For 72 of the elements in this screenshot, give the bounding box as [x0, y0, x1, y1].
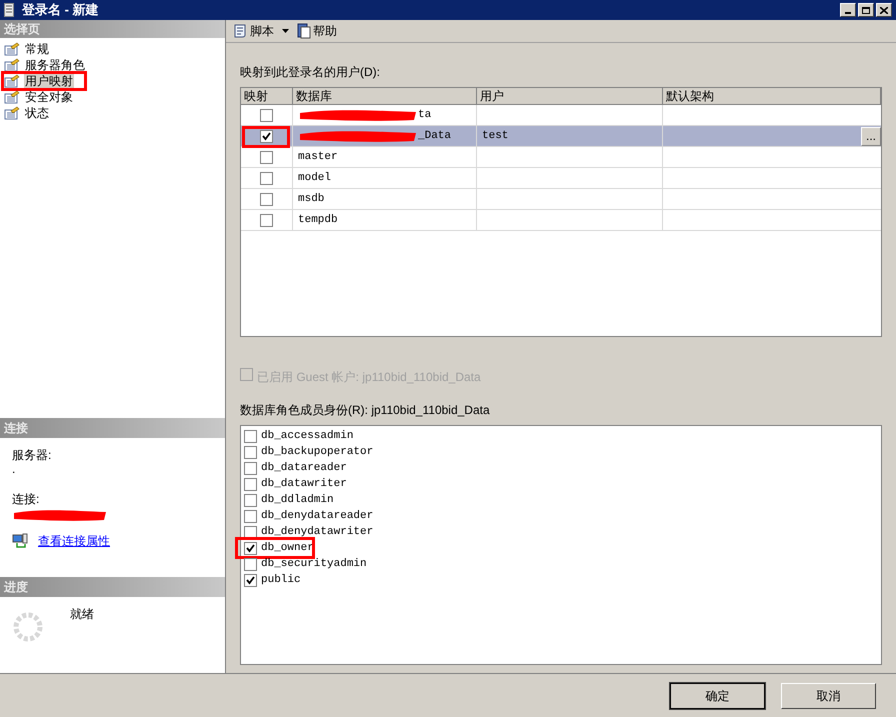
- document-icon: [4, 3, 14, 17]
- page-list-item[interactable]: 常规: [24, 40, 50, 58]
- checkbox[interactable]: [244, 542, 257, 554]
- section-header: 连接: [0, 418, 225, 438]
- connection-label: 连接:: [12, 491, 40, 508]
- minimize-button[interactable]: [840, 3, 856, 17]
- section-label: 数据库角色成员身份(R): jp110bid_110bid_Data: [240, 402, 491, 419]
- table-cell-text: model: [298, 170, 332, 186]
- role-name: public: [261, 572, 301, 588]
- caret-icon: [282, 29, 289, 33]
- page-icon: [4, 42, 20, 56]
- checkbox[interactable]: [260, 192, 273, 206]
- section-label: 映射到此登录名的用户(D):: [240, 64, 381, 81]
- server-label: 服务器:: [12, 447, 52, 464]
- page-list-item[interactable]: 服务器角色: [24, 56, 86, 74]
- table-cell-text: msdb: [298, 192, 324, 207]
- checkbox[interactable]: [244, 558, 257, 570]
- column-header[interactable]: 映射: [241, 88, 293, 105]
- role-name: db_backupoperator: [261, 444, 374, 460]
- close-icon: [880, 6, 888, 14]
- maximize-button[interactable]: [858, 3, 874, 17]
- role-name: db_datareader: [261, 460, 347, 476]
- table-cell-text: _Data: [418, 128, 452, 144]
- column-header[interactable]: 数据库: [293, 88, 477, 105]
- connection-properties-link[interactable]: 查看连接属性: [38, 532, 110, 550]
- help-button[interactable]: 帮助: [295, 21, 339, 41]
- page-icon: [4, 58, 20, 72]
- cancel-button[interactable]: 取消: [781, 682, 876, 708]
- section-header: 进度: [0, 577, 225, 597]
- role-name: db_denydatawriter: [261, 524, 374, 540]
- checkbox[interactable]: [244, 478, 257, 490]
- checkbox[interactable]: [260, 214, 273, 226]
- spinner-icon: [12, 611, 44, 643]
- page-icon: [4, 106, 20, 120]
- page-list-item[interactable]: 状态: [24, 104, 50, 122]
- table-cell-text: test: [482, 128, 508, 144]
- role-name: db_accessadmin: [261, 428, 354, 444]
- table-cell-text: tempdb: [298, 212, 338, 228]
- page-icon: [4, 90, 20, 104]
- page-list-item[interactable]: 安全对象: [24, 88, 74, 106]
- status-text: 就绪: [70, 606, 94, 623]
- server-value: .: [12, 464, 16, 474]
- table-cell-text: ta: [418, 108, 432, 123]
- role-name: db_denydatareader: [261, 508, 374, 524]
- checkbox[interactable]: [244, 510, 257, 522]
- role-name: db_datawriter: [261, 476, 347, 492]
- scroll-icon: [232, 23, 248, 39]
- browse-button[interactable]: ...: [861, 126, 881, 146]
- column-header[interactable]: 默认架构: [663, 88, 881, 105]
- checkbox[interactable]: [244, 462, 257, 474]
- checkbox[interactable]: [244, 494, 257, 506]
- column-header[interactable]: 用户: [477, 88, 663, 105]
- script-button[interactable]: 脚本: [230, 21, 291, 41]
- close-button[interactable]: [876, 3, 892, 17]
- checkbox[interactable]: [260, 172, 273, 184]
- role-name: db_owner: [261, 540, 314, 556]
- table-cell-text: master: [298, 150, 338, 165]
- section-header: 选择页: [0, 20, 225, 38]
- window-title: 登录名 - 新建: [22, 1, 99, 20]
- checkbox[interactable]: [244, 526, 257, 538]
- role-name: db_ddladmin: [261, 492, 334, 508]
- checkbox[interactable]: [244, 446, 257, 458]
- role-name: db_securityadmin: [261, 556, 367, 572]
- page-icon: [4, 74, 20, 88]
- ok-button[interactable]: 确定: [670, 682, 765, 708]
- checkbox[interactable]: [244, 574, 257, 586]
- computer-icon: [12, 533, 28, 549]
- help-book-icon: [297, 23, 311, 39]
- checkbox[interactable]: [260, 130, 273, 142]
- checkbox[interactable]: [244, 430, 257, 442]
- checkbox[interactable]: [260, 108, 273, 122]
- checkbox[interactable]: [260, 150, 273, 164]
